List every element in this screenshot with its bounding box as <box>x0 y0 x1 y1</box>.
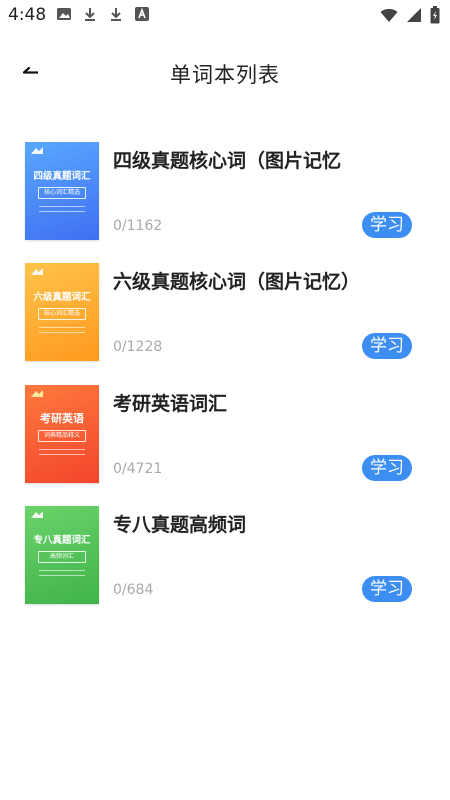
status-bar: 4:48 <box>0 0 450 30</box>
book-cover: 六级真题词汇 核心词汇精选 <box>25 263 99 361</box>
list-item[interactable]: 四级真题词汇 核心词汇精选 四级真题核心词（图片记忆 0/1162 学习 <box>0 140 450 240</box>
list-item[interactable]: 六级真题词汇 核心词汇精选 六级真题核心词（图片记忆） 0/1228 学习 <box>0 261 450 361</box>
book-progress: 0/1228 <box>113 339 163 355</box>
download-icon <box>111 8 121 21</box>
learn-button[interactable]: 学习 <box>362 212 412 238</box>
book-title: 专八真题高频词 <box>113 514 247 536</box>
book-progress: 0/4721 <box>113 461 163 477</box>
cover-subtitle: 词典精品释义 <box>38 430 86 442</box>
app-bar: 单词本列表 <box>0 44 450 104</box>
book-progress: 0/1162 <box>113 218 163 234</box>
cover-subtitle: 高频词汇 <box>38 551 86 563</box>
signal-icon <box>407 8 421 22</box>
learn-button[interactable]: 学习 <box>362 576 412 602</box>
logo-icon <box>31 147 43 154</box>
book-title: 六级真题核心词（图片记忆） <box>113 271 361 293</box>
book-cover: 四级真题词汇 核心词汇精选 <box>25 142 99 240</box>
app-a-icon <box>135 7 149 21</box>
download-icon <box>85 8 95 21</box>
book-cover: 专八真题词汇 高频词汇 <box>25 506 99 604</box>
cover-title: 考研英语 <box>40 412 84 425</box>
logo-icon <box>31 511 43 518</box>
learn-button[interactable]: 学习 <box>362 333 412 359</box>
system-icons <box>380 6 440 24</box>
wifi-icon <box>380 8 398 22</box>
list-item[interactable]: 专八真题词汇 高频词汇 专八真题高频词 0/684 学习 <box>0 504 450 604</box>
status-time: 4:48 <box>8 5 47 25</box>
page-title: 单词本列表 <box>170 63 280 87</box>
logo-icon <box>31 390 43 397</box>
book-title: 考研英语词汇 <box>113 393 228 415</box>
battery-icon <box>430 6 440 24</box>
image-icon <box>57 8 71 20</box>
book-title: 四级真题核心词（图片记忆 <box>113 150 342 172</box>
book-cover: 考研英语 词典精品释义 <box>25 385 99 483</box>
cover-title: 四级真题词汇 <box>33 171 91 182</box>
learn-button[interactable]: 学习 <box>362 455 412 481</box>
book-progress: 0/684 <box>113 582 154 598</box>
logo-icon <box>31 268 43 275</box>
cover-subtitle: 核心词汇精选 <box>38 308 86 320</box>
notification-icons <box>56 6 150 22</box>
cover-subtitle: 核心词汇精选 <box>38 187 86 199</box>
list-item[interactable]: 考研英语 词典精品释义 考研英语词汇 0/4721 学习 <box>0 383 450 483</box>
cover-title: 六级真题词汇 <box>33 292 91 303</box>
cover-title: 专八真题词汇 <box>33 535 91 546</box>
